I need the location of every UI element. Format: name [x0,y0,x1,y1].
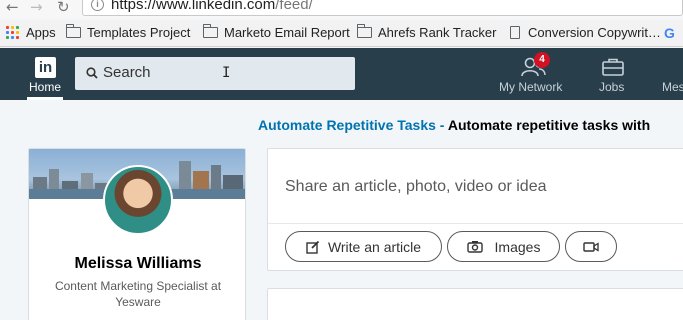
forward-arrow-icon[interactable]: → [30,0,43,16]
reload-icon[interactable]: ↻ [57,0,70,16]
search-icon [86,67,98,79]
bookmark-apps[interactable]: Apps [6,25,56,40]
nav-jobs-label: Jobs [599,80,625,94]
profile-name[interactable]: Melissa Williams [29,255,245,273]
briefcase-icon [602,58,624,76]
info-icon[interactable]: i [91,0,104,11]
nav-home-label[interactable]: Home [29,80,61,94]
profile-headline: Content Marketing Specialist at Yesware [54,279,222,309]
bookmark-marketo-email-report[interactable]: Marketo Email Report [202,24,350,40]
images-button[interactable]: Images [447,231,560,262]
nav-messaging-label: Mes [662,80,683,94]
bookmark-label: Conversion Copywrit… [528,25,661,40]
apps-grid-icon [6,25,20,40]
nav-jobs[interactable]: Jobs [596,48,630,100]
edit-icon [306,240,320,254]
search-placeholder: Search [103,64,151,81]
camera-icon [466,241,483,253]
linkedin-logo-icon[interactable]: in [35,57,56,78]
nav-messaging[interactable]: Mes [662,48,683,100]
sponsored-ad-line[interactable]: Automate Repetitive Tasks - Automate rep… [258,117,650,133]
bookmark-google[interactable]: G [658,25,675,41]
share-prompt[interactable]: Share an article, photo, video or idea [285,178,547,196]
notification-badge: 4 [534,52,550,68]
feed-card [267,288,683,320]
images-label: Images [494,238,541,255]
text-cursor-icon: I [222,65,231,81]
url-host: https://www.linkedin.com [111,0,276,13]
bookmark-conversion-copywriting[interactable]: Conversion Copywrit… [510,25,661,40]
bookmark-label: Marketo Email Report [224,25,350,40]
folder-icon [356,24,372,38]
avatar[interactable] [103,165,173,235]
address-bar[interactable]: i https://www.linkedin.com/feed/ [82,0,683,16]
google-icon: G [664,25,675,41]
url-text: https://www.linkedin.com/feed/ [111,0,313,13]
folder-icon [202,24,218,38]
url-path: /feed/ [275,0,313,13]
video-button[interactable] [565,231,617,262]
browser-toolbar: ← → ↻ i https://www.linkedin.com/feed/ [0,0,683,18]
bookmark-templates-project[interactable]: Templates Project [65,24,191,40]
back-arrow-icon[interactable]: ← [6,0,19,16]
bookmark-label: Apps [26,25,56,40]
write-article-button[interactable]: Write an article [285,231,442,262]
bookmark-label: Ahrefs Rank Tracker [378,25,497,40]
page-icon [510,26,520,39]
profile-card: Melissa Williams Content Marketing Speci… [28,148,246,320]
nav-my-network-label: My Network [499,80,563,94]
nav-home-active-indicator [27,97,63,100]
search-input[interactable]: Search [75,57,355,90]
ad-brand-link[interactable]: Automate Repetitive Tasks - [258,117,444,133]
bookmarks-bar: Apps Templates Project Marketo Email Rep… [0,20,683,47]
bookmark-ahrefs-rank-tracker[interactable]: Ahrefs Rank Tracker [356,24,497,40]
share-box: Share an article, photo, video or idea W… [267,148,683,271]
folder-icon [65,24,81,38]
bookmark-label: Templates Project [87,25,191,40]
divider [268,223,683,224]
ad-text[interactable]: Automate repetitive tasks with [448,117,650,133]
video-camera-icon [583,241,599,252]
linkedin-nav-bar: in Home Search I My Network 4 Jobs Mes [0,48,683,100]
write-article-label: Write an article [327,238,422,255]
